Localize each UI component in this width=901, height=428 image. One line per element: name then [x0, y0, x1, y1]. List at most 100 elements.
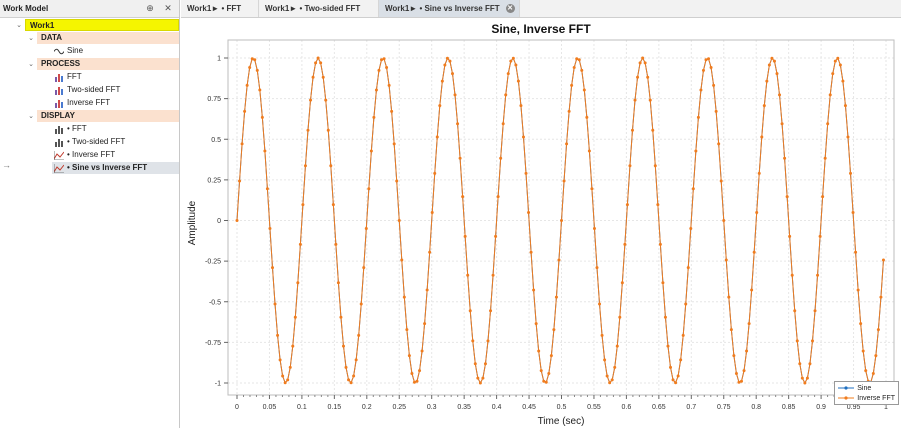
data-point	[306, 128, 310, 132]
data-point	[504, 93, 508, 97]
data-point	[592, 226, 596, 230]
data-point	[628, 164, 632, 168]
data-point	[514, 63, 518, 67]
legend-swatch-sine	[838, 386, 855, 390]
chart-legend: Sine Inverse FFT	[834, 381, 899, 405]
data-point	[580, 68, 584, 72]
panel-header: Work Model ⊕ ✕	[0, 0, 179, 18]
x-tick-label: 0.2	[362, 404, 372, 411]
data-point	[572, 66, 576, 69]
data-point	[486, 339, 490, 343]
tree-item-display-two-sided-fft[interactable]: • Two-sided FFT	[52, 136, 179, 148]
x-tick-label: 0.8	[751, 404, 761, 411]
tree-item-label: FFT	[67, 72, 82, 81]
tree-item-display-inverse-fft[interactable]: • Inverse FFT	[52, 149, 179, 161]
data-point	[780, 122, 784, 126]
x-tick-label: 0.95	[847, 404, 861, 411]
data-point	[544, 380, 548, 384]
y-tick-label: -0.75	[205, 340, 221, 347]
data-point	[816, 273, 820, 277]
data-point	[286, 378, 290, 382]
data-point	[430, 211, 434, 215]
data-point	[755, 211, 759, 215]
data-point	[527, 211, 531, 215]
data-point	[600, 333, 604, 337]
data-point	[334, 242, 338, 246]
data-point	[311, 75, 315, 79]
y-tick-label: -0.5	[209, 299, 221, 306]
tree-section-data[interactable]: DATA	[37, 32, 179, 44]
chevron-down-icon[interactable]: ⌄	[27, 34, 35, 42]
close-panel-icon[interactable]: ✕	[162, 2, 174, 14]
x-tick-label: 0.6	[622, 404, 632, 411]
data-point	[595, 266, 599, 270]
data-point	[585, 115, 589, 119]
pin-icon[interactable]: ⊕	[144, 2, 156, 14]
data-point	[630, 128, 634, 132]
data-point	[372, 115, 376, 119]
data-point	[699, 88, 703, 92]
data-point	[248, 66, 252, 69]
tree-root-label: Work1	[30, 21, 55, 30]
chevron-down-icon[interactable]: ⌄	[27, 112, 35, 120]
x-axis-label: Time (sec)	[538, 416, 585, 427]
tab-two-sided-fft[interactable]: Work1► • Two-sided FFT	[259, 0, 379, 17]
tree-item-label: • Inverse FFT	[67, 150, 116, 159]
data-point	[590, 187, 594, 191]
tree-item-fft[interactable]: FFT	[52, 71, 179, 83]
data-point	[656, 203, 660, 207]
data-point	[453, 93, 457, 97]
data-point	[709, 66, 713, 69]
data-point	[719, 179, 723, 183]
tab-sine-vs-inverse-fft[interactable]: Work1► • Sine vs Inverse FFT ✕	[379, 0, 520, 17]
data-point	[712, 83, 716, 87]
tab-fft[interactable]: Work1► • FFT	[181, 0, 259, 17]
chevron-down-icon[interactable]: ⌄	[27, 60, 35, 68]
chart-svg[interactable]: 0 0.05 0.1 0.15 0.2 0.25 0.3 0.35 0.4 0.45 0.5 0.55…	[181, 18, 901, 428]
data-point	[856, 288, 860, 292]
data-point	[800, 376, 804, 380]
data-point	[552, 328, 556, 332]
data-point	[734, 372, 738, 375]
data-point	[435, 135, 439, 139]
data-point	[341, 344, 345, 348]
tree-section-process[interactable]: PROCESS	[37, 58, 179, 70]
data-point	[265, 187, 269, 191]
tree-item-sine[interactable]: Sine	[52, 45, 179, 57]
data-point	[636, 75, 640, 79]
tree-item-display-fft[interactable]: • FFT	[52, 123, 179, 135]
data-point	[336, 281, 340, 285]
line-chart-icon	[54, 150, 64, 160]
y-tick-label: -0.25	[205, 259, 221, 266]
data-point	[813, 309, 817, 313]
data-point	[410, 372, 414, 375]
tree-item-display-sine-vs-inverse-fft[interactable]: • Sine vs Inverse FFT	[52, 162, 179, 174]
data-point	[476, 376, 480, 380]
data-point	[666, 344, 670, 348]
data-point	[390, 109, 394, 113]
work-model-panel: Work Model ⊕ ✕ ⌄ Work1 ⌄ DATA Sine ⌄ PRO…	[0, 0, 180, 428]
x-tick-label: 0.45	[522, 404, 536, 411]
tree-item-inverse-fft[interactable]: Inverse FFT	[52, 97, 179, 109]
data-point	[615, 344, 619, 348]
data-point	[701, 68, 705, 72]
x-tick-label: 0.75	[717, 404, 731, 411]
tree-section-display[interactable]: DISPLAY	[37, 110, 179, 122]
x-tick-label: 0.1	[297, 404, 307, 411]
data-point	[793, 309, 797, 313]
data-point	[598, 302, 602, 306]
data-point	[483, 362, 487, 366]
tree-item-label: Two-sided FFT	[67, 85, 121, 94]
bar-chart-icon	[55, 86, 63, 95]
chevron-down-icon[interactable]: ⌄	[15, 21, 23, 29]
data-point	[808, 362, 812, 366]
current-item-arrow-icon: →	[2, 160, 11, 170]
tree-root-work1[interactable]: Work1	[25, 19, 179, 31]
data-point	[270, 266, 274, 270]
data-point	[296, 281, 300, 285]
tree-item-two-sided-fft[interactable]: Two-sided FFT	[52, 84, 179, 96]
close-tab-icon[interactable]: ✕	[505, 4, 515, 14]
data-point	[516, 79, 520, 83]
data-point	[448, 59, 452, 63]
data-point	[316, 56, 320, 60]
